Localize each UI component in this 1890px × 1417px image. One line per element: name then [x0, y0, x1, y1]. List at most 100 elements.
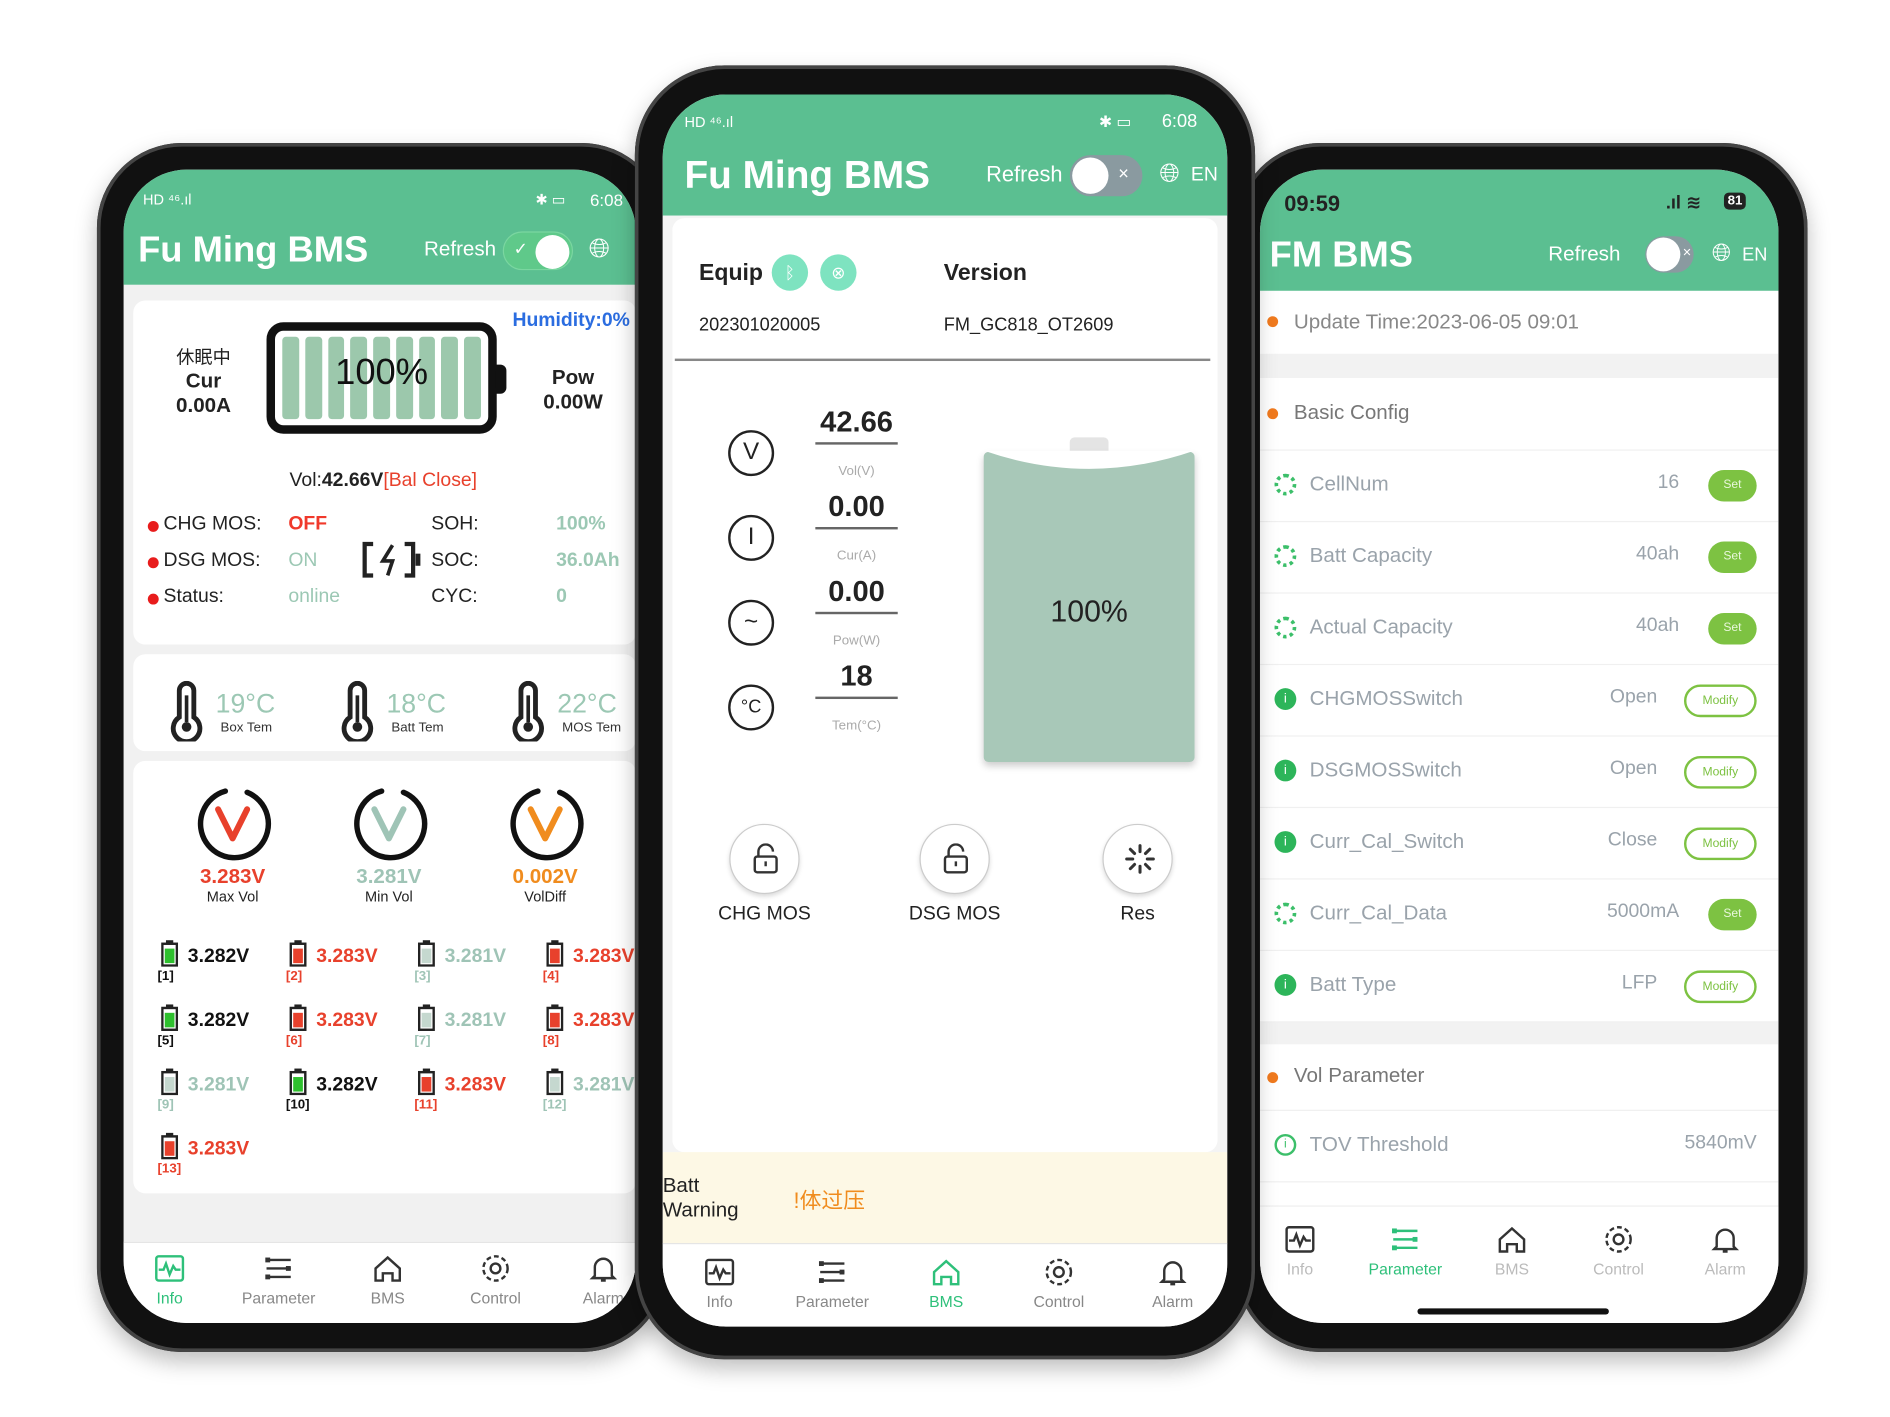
nav-label: Info	[706, 1292, 733, 1311]
nav-tab-info[interactable]: Info	[1260, 1224, 1348, 1278]
globe-icon[interactable]: 🌐︎	[1159, 160, 1179, 189]
section-basic-config: Basic Config	[1293, 401, 1410, 425]
cell-index: [10]	[285, 1097, 310, 1113]
cell-voltage: 3.283V	[444, 1074, 507, 1096]
nav-tab-parameter[interactable]: Parameter	[1357, 1224, 1454, 1279]
nav-tab-alarm[interactable]: Alarm	[1124, 1256, 1221, 1311]
chg-mos-button[interactable]	[729, 823, 800, 895]
nav-tab-bms[interactable]: BMS	[898, 1256, 995, 1311]
sliders-icon	[230, 1253, 327, 1284]
globe-icon[interactable]: 🌐︎	[1712, 240, 1731, 268]
metric-label: Vol(V)	[838, 464, 875, 479]
temp-label: Box Tem	[220, 720, 273, 736]
bell-icon	[1677, 1224, 1774, 1255]
set-button[interactable]: Set	[1708, 541, 1757, 574]
nav-tab-parameter[interactable]: Parameter	[784, 1256, 881, 1311]
cell-battery-icon	[417, 940, 435, 967]
info-icon: i	[1274, 1133, 1297, 1156]
home-icon	[898, 1256, 995, 1287]
cell-voltage: 3.281V	[444, 1010, 507, 1031]
cell-battery-icon	[289, 1004, 307, 1031]
charging-icon	[362, 541, 421, 578]
modify-button[interactable]: Modify	[1683, 755, 1757, 789]
nav-tab-bms[interactable]: BMS	[339, 1253, 436, 1308]
modify-button[interactable]: Modify	[1683, 827, 1757, 861]
nav-label: Control	[1033, 1292, 1085, 1311]
cell-voltage: 3.283V	[316, 946, 378, 967]
set-button[interactable]: Set	[1708, 470, 1757, 502]
temp-value: 19°C	[215, 688, 276, 719]
res-button[interactable]	[1102, 823, 1173, 895]
param-name: TOV Threshold	[1309, 1132, 1449, 1156]
cell-item: 3.281V [12]	[542, 1068, 636, 1127]
voltage-line: Vol:42.66V[Bal Close]	[290, 470, 478, 492]
metric-value: 42.66	[815, 406, 898, 445]
pow-label: Pow	[551, 365, 595, 389]
cell-index: [13]	[157, 1161, 182, 1177]
nav-tab-control[interactable]: Control	[1010, 1256, 1107, 1311]
cell-item: 3.281V [7]	[414, 1004, 540, 1062]
nav-label: Info	[156, 1289, 183, 1308]
modify-button[interactable]: Modify	[1683, 970, 1757, 1004]
thermometer-icon	[338, 680, 377, 745]
voltage-gauge-icon	[350, 785, 428, 863]
version-value: FM_GC818_OT2609	[943, 314, 1114, 336]
dsg-mos-button[interactable]	[919, 823, 990, 895]
cell-battery-icon	[161, 1068, 179, 1096]
gear-icon	[1570, 1224, 1667, 1255]
bottom-nav: Info Parameter BMS Control Alarm	[662, 1242, 1228, 1327]
cell-index: [8]	[542, 1033, 560, 1048]
warning-bar: Batt Warning !体过压	[662, 1152, 1228, 1243]
disconnect-icon[interactable]: ⊗	[820, 254, 857, 291]
language[interactable]: EN	[1742, 245, 1767, 266]
temp-label: MOS Tem	[562, 720, 622, 736]
nav-tab-alarm[interactable]: Alarm	[1677, 1224, 1774, 1278]
stat-label: SOH:	[431, 513, 479, 535]
bluetooth-icon[interactable]: ᛒ	[771, 254, 809, 291]
cell-voltage: 3.282V	[187, 1010, 250, 1031]
refresh-toggle[interactable]: ✓	[502, 231, 574, 271]
cell-voltage: 3.282V	[187, 946, 250, 967]
vol-prefix: Vol:	[289, 470, 322, 491]
gauge-value: 3.281V	[356, 865, 422, 889]
status-label: DSG MOS:	[163, 550, 261, 571]
status-label: Status:	[163, 586, 224, 607]
nav-tab-control[interactable]: Control	[447, 1253, 544, 1307]
warning-value: !体过压	[793, 1188, 866, 1213]
param-value: LFP	[1621, 972, 1658, 994]
sliders-icon	[784, 1256, 881, 1287]
set-button[interactable]: Set	[1708, 898, 1757, 931]
nav-tab-alarm[interactable]: Alarm	[555, 1253, 636, 1308]
status-value: online	[288, 586, 341, 607]
param-value: Open	[1609, 686, 1658, 708]
param-row: Batt Capacity 40ah Set	[1259, 522, 1779, 594]
globe-icon[interactable]: 🌐︎	[589, 233, 610, 264]
nav-tab-info[interactable]: Info	[671, 1256, 768, 1311]
bluetooth-battery-icon: ✱ ▭	[1098, 112, 1132, 131]
status-label: CHG MOS:	[163, 513, 262, 535]
home-icon	[339, 1253, 436, 1284]
close-icon: ×	[1682, 243, 1692, 261]
battery-graphic: 100%	[266, 322, 507, 434]
cell-voltage-card: 3.283V Max Vol 3.281V Min Vol 0.002V VolDiff …	[133, 760, 637, 1194]
nav-tab-info[interactable]: Info	[124, 1253, 218, 1308]
param-row: i TOV Threshold 5840mV	[1259, 1111, 1779, 1183]
nav-label: Control	[1593, 1259, 1644, 1279]
cur-value: 0.00A	[176, 393, 232, 417]
refresh-toggle[interactable]: ×	[1069, 155, 1143, 197]
nav-label: BMS	[370, 1289, 405, 1308]
nav-tab-control[interactable]: Control	[1570, 1224, 1667, 1279]
modify-button[interactable]: Modify	[1683, 684, 1757, 718]
nav-label: Parameter	[1368, 1259, 1443, 1279]
refresh-toggle[interactable]: ×	[1645, 236, 1694, 273]
cell-index: [12]	[542, 1097, 567, 1113]
cell-item: 3.283V [13]	[157, 1132, 283, 1191]
nav-tab-parameter[interactable]: Parameter	[230, 1253, 327, 1307]
cell-index: [7]	[414, 1033, 431, 1048]
cell-voltage: 3.281V	[187, 1074, 250, 1096]
nav-label: Alarm	[582, 1289, 624, 1308]
update-time: Update Time:2023-06-05 09:01	[1293, 310, 1579, 334]
language[interactable]: EN	[1191, 165, 1218, 187]
nav-tab-bms[interactable]: BMS	[1463, 1224, 1560, 1278]
set-button[interactable]: Set	[1708, 613, 1757, 645]
